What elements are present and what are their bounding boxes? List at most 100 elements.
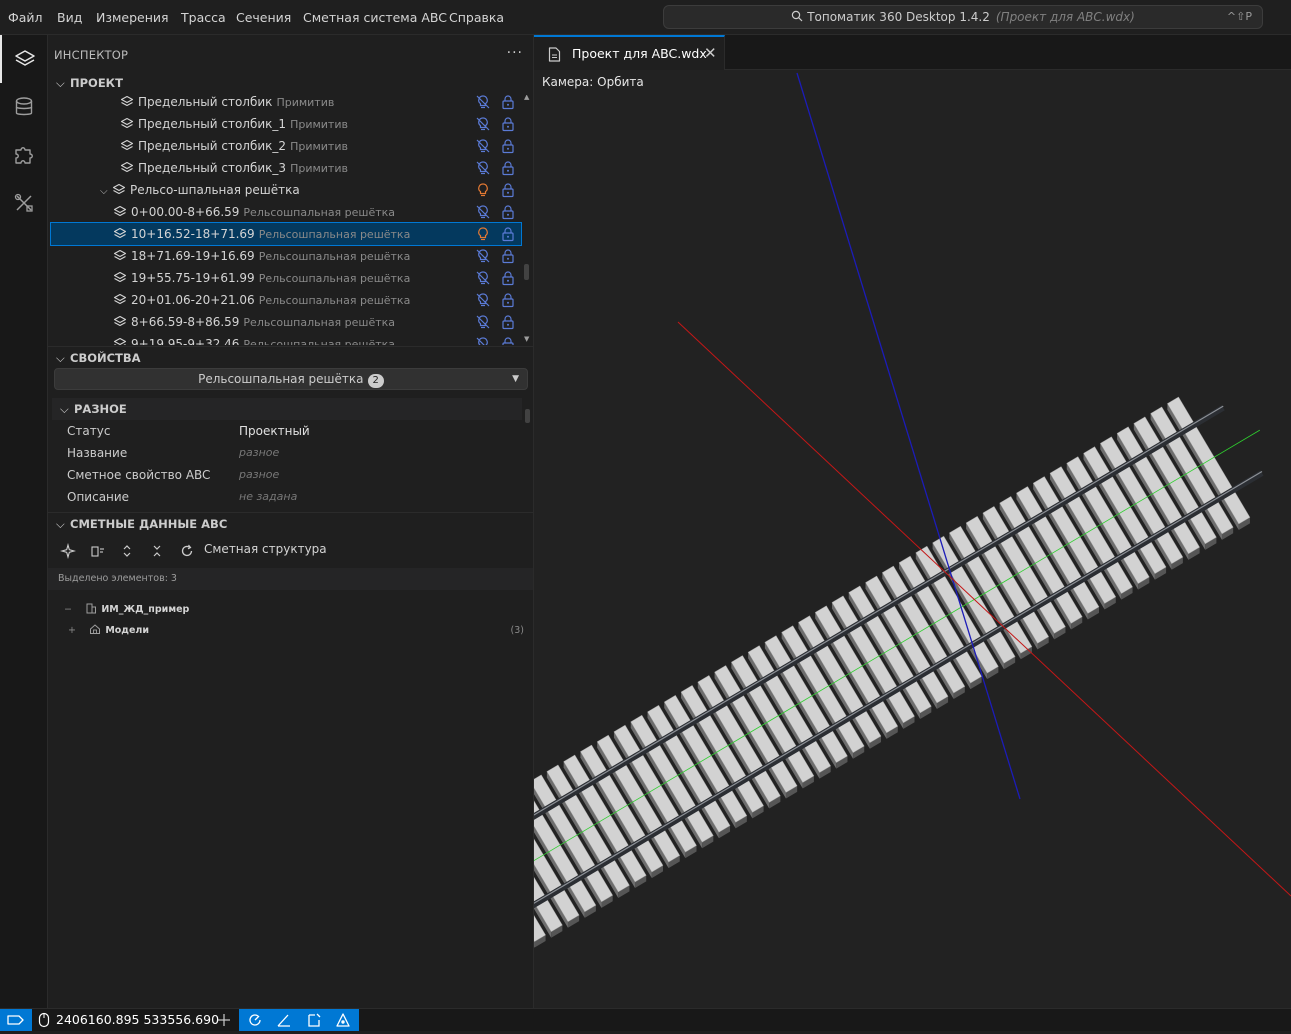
menu-view[interactable]: Вид [57,10,82,25]
expand-all-icon[interactable] [119,543,135,559]
tree-item[interactable]: ⌵Рельсо-шпальная решётка [51,179,521,201]
lightbulb-off-icon[interactable] [475,160,491,176]
remote-indicator[interactable] [0,1009,32,1031]
tree-item-type: Рельсошпальная решётка [243,338,395,345]
lock-icon[interactable] [500,204,516,220]
chevron-down-icon[interactable]: ⌵ [100,181,112,203]
properties-section-header[interactable]: ⌵СВОЙСТВА [48,346,533,368]
collapse-all-icon[interactable] [149,543,165,559]
tree-item-type: Рельсошпальная решётка [259,228,411,241]
tree-item-name: 20+01.06-20+21.06 [131,293,255,307]
estimate-tree-root[interactable]: − ИМ_ЖД_пример [64,601,189,619]
tab-project[interactable]: Проект для ABC.wdx ✕ [534,35,725,70]
angle-snap-icon[interactable] [276,1012,292,1028]
lightbulb-off-icon[interactable] [475,116,491,132]
property-row[interactable]: Названиеразное [67,442,507,464]
lock-icon[interactable] [500,314,516,330]
project-section-header[interactable]: ⌵ПРОЕКТ [48,72,533,94]
lock-icon[interactable] [500,226,516,242]
tree-item[interactable]: 18+71.69-19+16.69Рельсошпальная решётка [51,245,521,267]
scroll-down-icon[interactable]: ▼ [524,335,529,343]
tree-item[interactable]: 0+00.00-8+66.59Рельсошпальная решётка [51,201,521,223]
property-row[interactable]: Сметное свойство ABCразное [67,464,507,486]
menu-route[interactable]: Трасса [181,10,226,25]
database-icon[interactable] [0,83,48,131]
document-snap-icon[interactable] [306,1012,322,1028]
lightbulb-off-icon[interactable] [475,292,491,308]
lightbulb-off-icon[interactable] [475,336,491,345]
rotate-snap-icon[interactable] [247,1012,263,1028]
x-axis-line [678,322,1291,896]
lock-icon[interactable] [500,270,516,286]
tree-item-type: Рельсошпальная решётка [259,272,411,285]
tree-item[interactable]: 10+16.52-18+71.69Рельсошпальная решётка [51,223,521,245]
layers-icon [120,117,134,131]
tree-scrollbar[interactable] [524,264,529,280]
property-value[interactable]: не задана [239,486,297,508]
lightbulb-off-icon[interactable] [475,314,491,330]
property-row[interactable]: Описаниене задана [67,486,507,508]
3d-viewport[interactable] [534,70,1291,1008]
menu-estimate[interactable]: Сметная система ABC [303,10,447,25]
lock-icon[interactable] [500,182,516,198]
menu-sections[interactable]: Сечения [236,10,291,25]
lock-icon[interactable] [500,248,516,264]
props-scrollbar[interactable] [525,409,530,423]
estimate-section-label: СМЕТНЫЕ ДАННЫЕ ABC [70,517,227,531]
property-value[interactable]: разное [239,464,279,486]
estimate-structure-button[interactable]: Сметная структура [204,542,327,556]
layers-icon[interactable] [0,35,48,83]
menu-help[interactable]: Справка [449,10,504,25]
property-value[interactable]: Проектный [239,420,310,442]
element-type-select[interactable]: Рельсошпальная решётка2 ▼ [54,368,528,390]
menu-file[interactable]: Файл [8,10,43,25]
lightbulb-icon[interactable] [475,182,491,198]
tree-item[interactable]: 9+19.95-9+32.46Рельсошпальная решётка [51,333,521,345]
property-value[interactable]: разное [239,442,279,464]
lock-icon[interactable] [500,95,516,110]
lightbulb-off-icon[interactable] [475,248,491,264]
crosshair-icon[interactable] [216,1012,232,1028]
close-icon[interactable]: ✕ [704,44,717,62]
tree-item[interactable]: 20+01.06-20+21.06Рельсошпальная решётка [51,289,521,311]
lock-icon[interactable] [500,138,516,154]
lock-icon[interactable] [500,336,516,345]
tree-item[interactable]: 8+66.59-8+86.59Рельсошпальная решётка [51,311,521,333]
tree-item-type: Примитив [290,162,348,175]
estimate-tree-count: (3) [511,622,524,640]
tools-icon[interactable] [0,179,48,227]
property-row[interactable]: Статус Проектный [67,420,507,442]
tree-item-type: Примитив [290,118,348,131]
tree-item[interactable]: 19+55.75-19+61.99Рельсошпальная решётка [51,267,521,289]
scroll-up-icon[interactable]: ▲ [524,95,529,101]
estimate-tree-item[interactable]: + Модели (3) [68,622,524,640]
tree-item[interactable]: Предельный столбикПримитив [51,95,521,113]
property-key: Статус [67,420,110,442]
collapse-icon[interactable]: − [64,601,82,619]
puzzle-icon[interactable] [0,131,48,179]
tree-item[interactable]: Предельный столбик_1Примитив [51,113,521,135]
tree-item[interactable]: Предельный столбик_3Примитив [51,157,521,179]
lock-icon[interactable] [500,160,516,176]
sparkle-icon[interactable] [60,543,76,559]
lightbulb-off-icon[interactable] [475,138,491,154]
more-actions-button[interactable]: ··· [507,45,523,61]
tree-item-type: Примитив [276,96,334,109]
tree-item[interactable]: Предельный столбик_2Примитив [51,135,521,157]
menu-measure[interactable]: Измерения [96,10,169,25]
expand-icon[interactable]: + [68,622,86,640]
misc-group-header[interactable]: ⌵РАЗНОЕ [52,398,522,420]
lock-icon[interactable] [500,292,516,308]
layers-icon [113,227,127,241]
refresh-icon[interactable] [179,543,195,559]
estimate-tree-label: ИМ_ЖД_пример [101,604,189,615]
lock-icon[interactable] [500,116,516,132]
lightbulb-off-icon[interactable] [475,95,491,110]
estimate-section-header[interactable]: ⌵СМЕТНЫЕ ДАННЫЕ ABC [48,512,533,534]
lightbulb-icon[interactable] [475,226,491,242]
lightbulb-off-icon[interactable] [475,204,491,220]
lightbulb-off-icon[interactable] [475,270,491,286]
command-search[interactable]: Топоматик 360 Desktop 1.4.2(Проект для A… [663,5,1263,29]
vertex-snap-icon[interactable] [335,1012,351,1028]
filter-clear-icon[interactable] [90,543,106,559]
